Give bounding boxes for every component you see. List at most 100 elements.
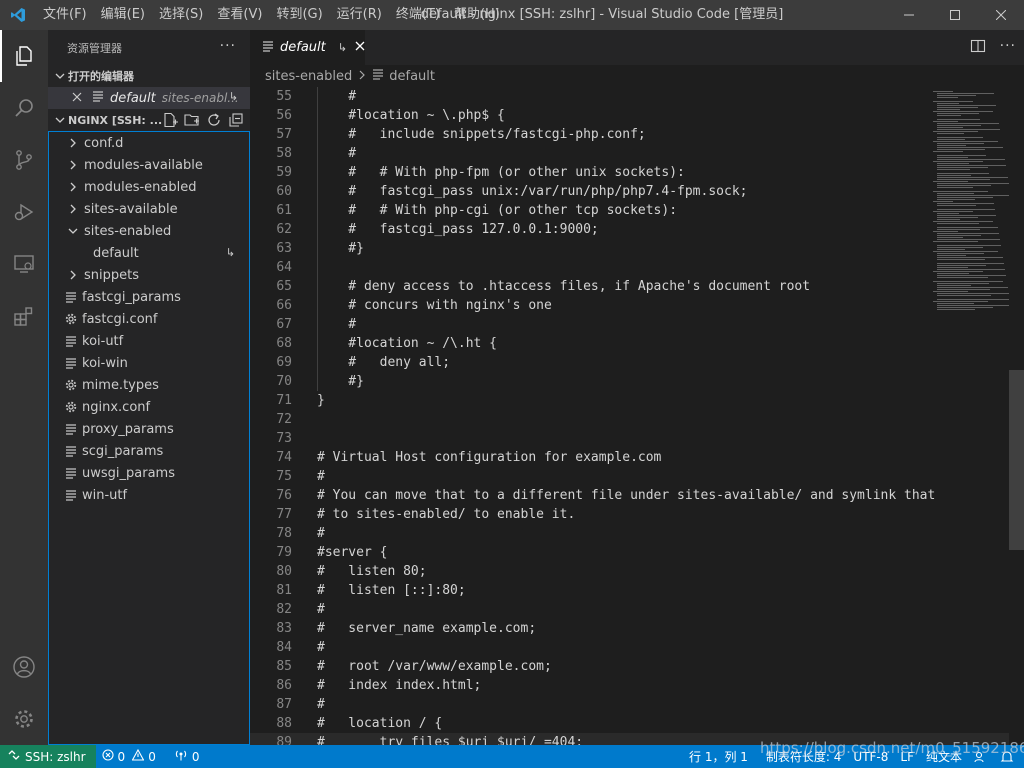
code-line: 79 #server { <box>250 543 1024 562</box>
line-number: 71 <box>276 393 292 408</box>
title-bar: 文件(F) 编辑(E) 选择(S) 查看(V) 转到(G) 运行(R) 终端(T) 帮助(H)… <box>0 0 1024 30</box>
line-number: 56 <box>276 108 292 123</box>
tree-item[interactable]: sites-enabled <box>49 220 249 242</box>
tree-item-label: snippets <box>84 267 139 283</box>
menu-item[interactable]: 转到(G) <box>269 0 329 30</box>
line-number: 55 <box>276 89 292 104</box>
tree-item-label: koi-utf <box>82 333 124 349</box>
open-editors-header[interactable]: 打开的编辑器 <box>48 65 250 87</box>
accounts-button[interactable] <box>0 641 48 693</box>
tree-item-label: sites-enabled <box>84 223 172 239</box>
line-text: # # With php-cgi (or other tcp sockets): <box>317 203 678 218</box>
line-number: 86 <box>276 678 292 693</box>
tree-item[interactable]: fastcgi.conf <box>49 308 249 330</box>
line-number: 68 <box>276 336 292 351</box>
menu-item[interactable]: 文件(F) <box>36 0 94 30</box>
notifications-icon[interactable] <box>994 745 1020 768</box>
close-tab-icon[interactable] <box>355 40 365 55</box>
code-line: 56 #location ~ \.php$ { <box>250 106 1024 125</box>
code-line: 69 # deny all; <box>250 353 1024 372</box>
refresh-icon[interactable] <box>206 112 222 131</box>
new-folder-icon[interactable] <box>184 112 200 131</box>
scrollbar-thumb[interactable] <box>1009 370 1024 550</box>
encoding[interactable]: UTF-8 <box>847 745 894 768</box>
tree-item[interactable]: scgi_params <box>49 440 249 462</box>
explorer-activity-button[interactable] <box>0 30 48 82</box>
explorer-tree: conf.d modules-available modules-enabled si… <box>48 131 250 745</box>
tree-item[interactable]: proxy_params <box>49 418 249 440</box>
code-line: 80 # listen 80; <box>250 562 1024 581</box>
tree-item[interactable]: nginx.conf <box>49 396 249 418</box>
tab-bar: default ↳ ··· <box>250 30 1024 65</box>
tree-item[interactable]: modules-enabled <box>49 176 249 198</box>
line-number: 76 <box>276 488 292 503</box>
remote-explorer-activity-button[interactable] <box>0 238 48 290</box>
source-control-activity-button[interactable] <box>0 134 48 186</box>
search-icon <box>15 99 33 117</box>
tree-item[interactable]: uwsgi_params <box>49 462 249 484</box>
menu-item[interactable]: 运行(R) <box>330 0 389 30</box>
warning-count: 0 <box>148 749 156 764</box>
chevron-right-icon <box>358 69 366 84</box>
breadcrumb-file[interactable]: default <box>389 69 435 84</box>
line-number: 66 <box>276 298 292 313</box>
tree-item[interactable]: default ↳ <box>49 242 249 264</box>
tab-size[interactable]: 制表符长度: 4 <box>760 745 848 768</box>
eol[interactable]: LF <box>894 745 920 768</box>
code-editor[interactable]: 55 #56 #location ~ \.php$ {57 # include … <box>250 87 1024 745</box>
explorer-folder-header[interactable]: NGINX [SSH: ... <box>48 109 250 131</box>
tree-item[interactable]: koi-utf <box>49 330 249 352</box>
feedback-icon[interactable] <box>968 745 994 768</box>
symlink-icon: ↳ <box>228 90 238 103</box>
ports-indicator[interactable]: 0 <box>168 745 206 768</box>
menu-item[interactable]: 查看(V) <box>210 0 269 30</box>
line-number: 80 <box>276 564 292 579</box>
minimize-button[interactable] <box>886 0 932 30</box>
line-text: # listen 80; <box>317 564 427 579</box>
open-editor-item[interactable]: default sites-enabl... ↳ <box>48 87 250 109</box>
extensions-activity-button[interactable] <box>0 290 48 342</box>
language-mode[interactable]: 纯文本 <box>920 745 968 768</box>
tree-item[interactable]: modules-available <box>49 154 249 176</box>
file-lines-icon <box>63 443 79 459</box>
chevron-right-icon <box>65 201 81 217</box>
menu-item[interactable]: 选择(S) <box>152 0 210 30</box>
close-editor-icon[interactable] <box>72 91 82 106</box>
search-activity-button[interactable] <box>0 82 48 134</box>
manage-button[interactable] <box>0 693 48 745</box>
tree-item[interactable]: conf.d <box>49 132 249 154</box>
menu-item[interactable]: 编辑(E) <box>94 0 152 30</box>
problems-indicator[interactable]: 0 0 <box>96 745 162 768</box>
file-lines-icon <box>262 40 274 56</box>
tree-item[interactable]: mime.types <box>49 374 249 396</box>
activity-bar-bottom <box>0 641 48 745</box>
line-text: # fastcgi_pass unix:/var/run/php/php7.4-… <box>317 184 748 199</box>
run-debug-activity-button[interactable] <box>0 186 48 238</box>
close-window-button[interactable] <box>978 0 1024 30</box>
collapse-all-icon[interactable] <box>228 112 244 131</box>
code-line: 89 # try_files $uri $uri/ =404; <box>250 733 1024 745</box>
tree-item[interactable]: koi-win <box>49 352 249 374</box>
more-actions-button[interactable]: ··· <box>220 38 236 54</box>
more-actions-icon[interactable]: ··· <box>1000 38 1016 58</box>
breadcrumb-folder[interactable]: sites-enabled <box>265 69 352 84</box>
remote-indicator[interactable]: SSH: zslhr <box>0 745 96 768</box>
split-editor-icon[interactable] <box>970 38 986 58</box>
line-text: # fastcgi_pass 127.0.0.1:9000; <box>317 222 599 237</box>
cursor-position[interactable]: 行 1，列 1 <box>683 745 754 768</box>
maximize-icon <box>950 10 960 20</box>
menu-item[interactable]: 帮助(H) <box>447 0 507 30</box>
new-file-icon[interactable] <box>162 112 178 131</box>
tab-default[interactable]: default ↳ <box>250 30 365 65</box>
line-text: # <box>317 640 325 655</box>
remote-explorer-icon <box>14 255 34 273</box>
maximize-button[interactable] <box>932 0 978 30</box>
file-lines-icon <box>63 487 79 503</box>
tree-item[interactable]: fastcgi_params <box>49 286 249 308</box>
menu-item[interactable]: 终端(T) <box>389 0 447 30</box>
tree-item[interactable]: snippets <box>49 264 249 286</box>
tree-item[interactable]: win-utf <box>49 484 249 506</box>
sidebar-header: 资源管理器 ··· <box>48 30 250 65</box>
minimap[interactable] <box>929 87 1011 745</box>
tree-item[interactable]: sites-available <box>49 198 249 220</box>
